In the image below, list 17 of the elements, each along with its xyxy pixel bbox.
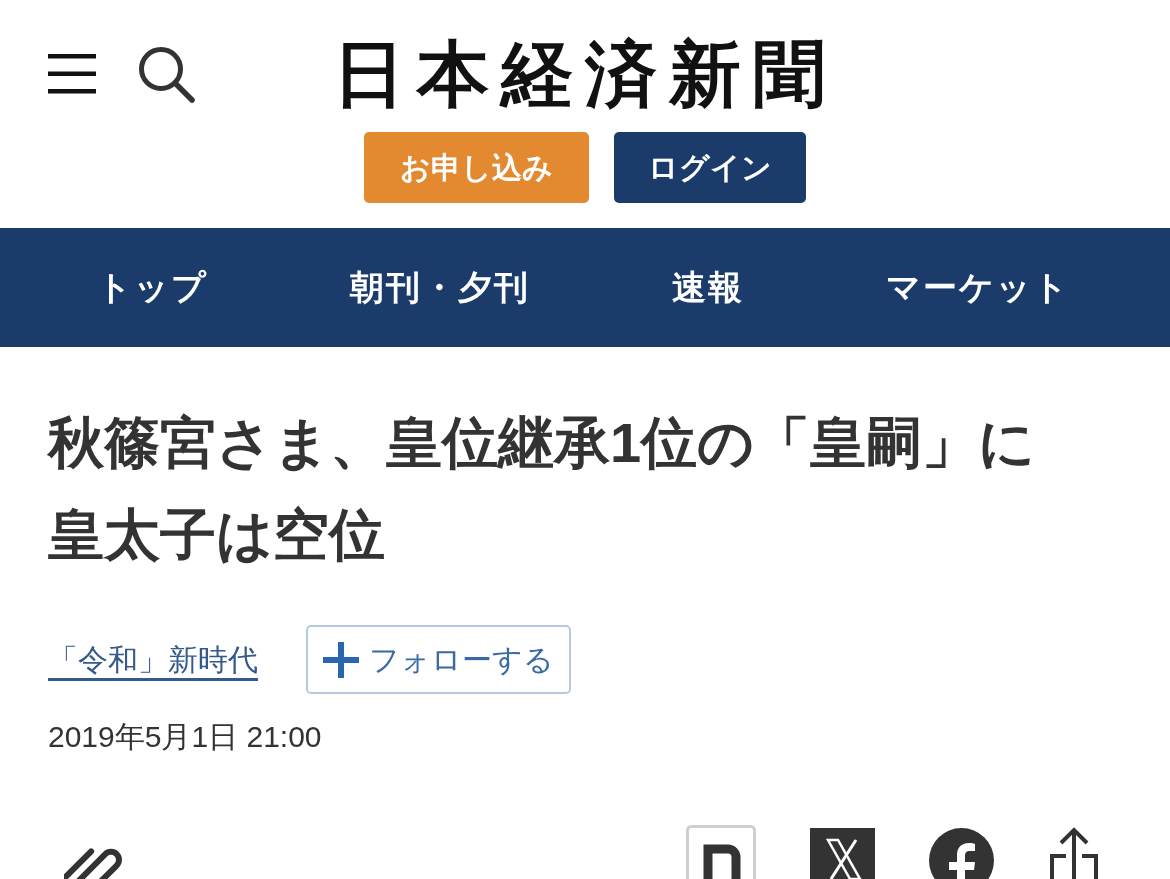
search-icon[interactable] — [138, 45, 195, 103]
share-icon[interactable] — [1048, 826, 1100, 879]
newspaper-logo[interactable]: 日本経済新聞 — [333, 38, 837, 110]
topic-link[interactable]: 「令和」新時代 — [48, 637, 258, 682]
publish-date: 2019年5月1日 21:00 — [48, 719, 323, 755]
nav-link[interactable]: 速報 — [672, 262, 744, 313]
login-button[interactable]: ログイン — [614, 132, 806, 203]
note-icon[interactable] — [686, 825, 756, 879]
menu-icon[interactable] — [48, 54, 96, 94]
follow-button[interactable]: フォローする — [306, 625, 571, 694]
facebook-icon[interactable] — [929, 828, 994, 879]
nav-link[interactable]: マーケット — [886, 262, 1070, 313]
article-headline: 秋篠宮さま、皇位継承1位の「皇嗣」に皇太子は空位 — [48, 410, 1037, 568]
nav-link[interactable]: トップ — [97, 262, 208, 313]
plus-icon — [323, 641, 359, 678]
nav-link[interactable]: 朝刊・夕刊 — [350, 262, 530, 313]
x-logo-icon[interactable] — [810, 828, 875, 879]
